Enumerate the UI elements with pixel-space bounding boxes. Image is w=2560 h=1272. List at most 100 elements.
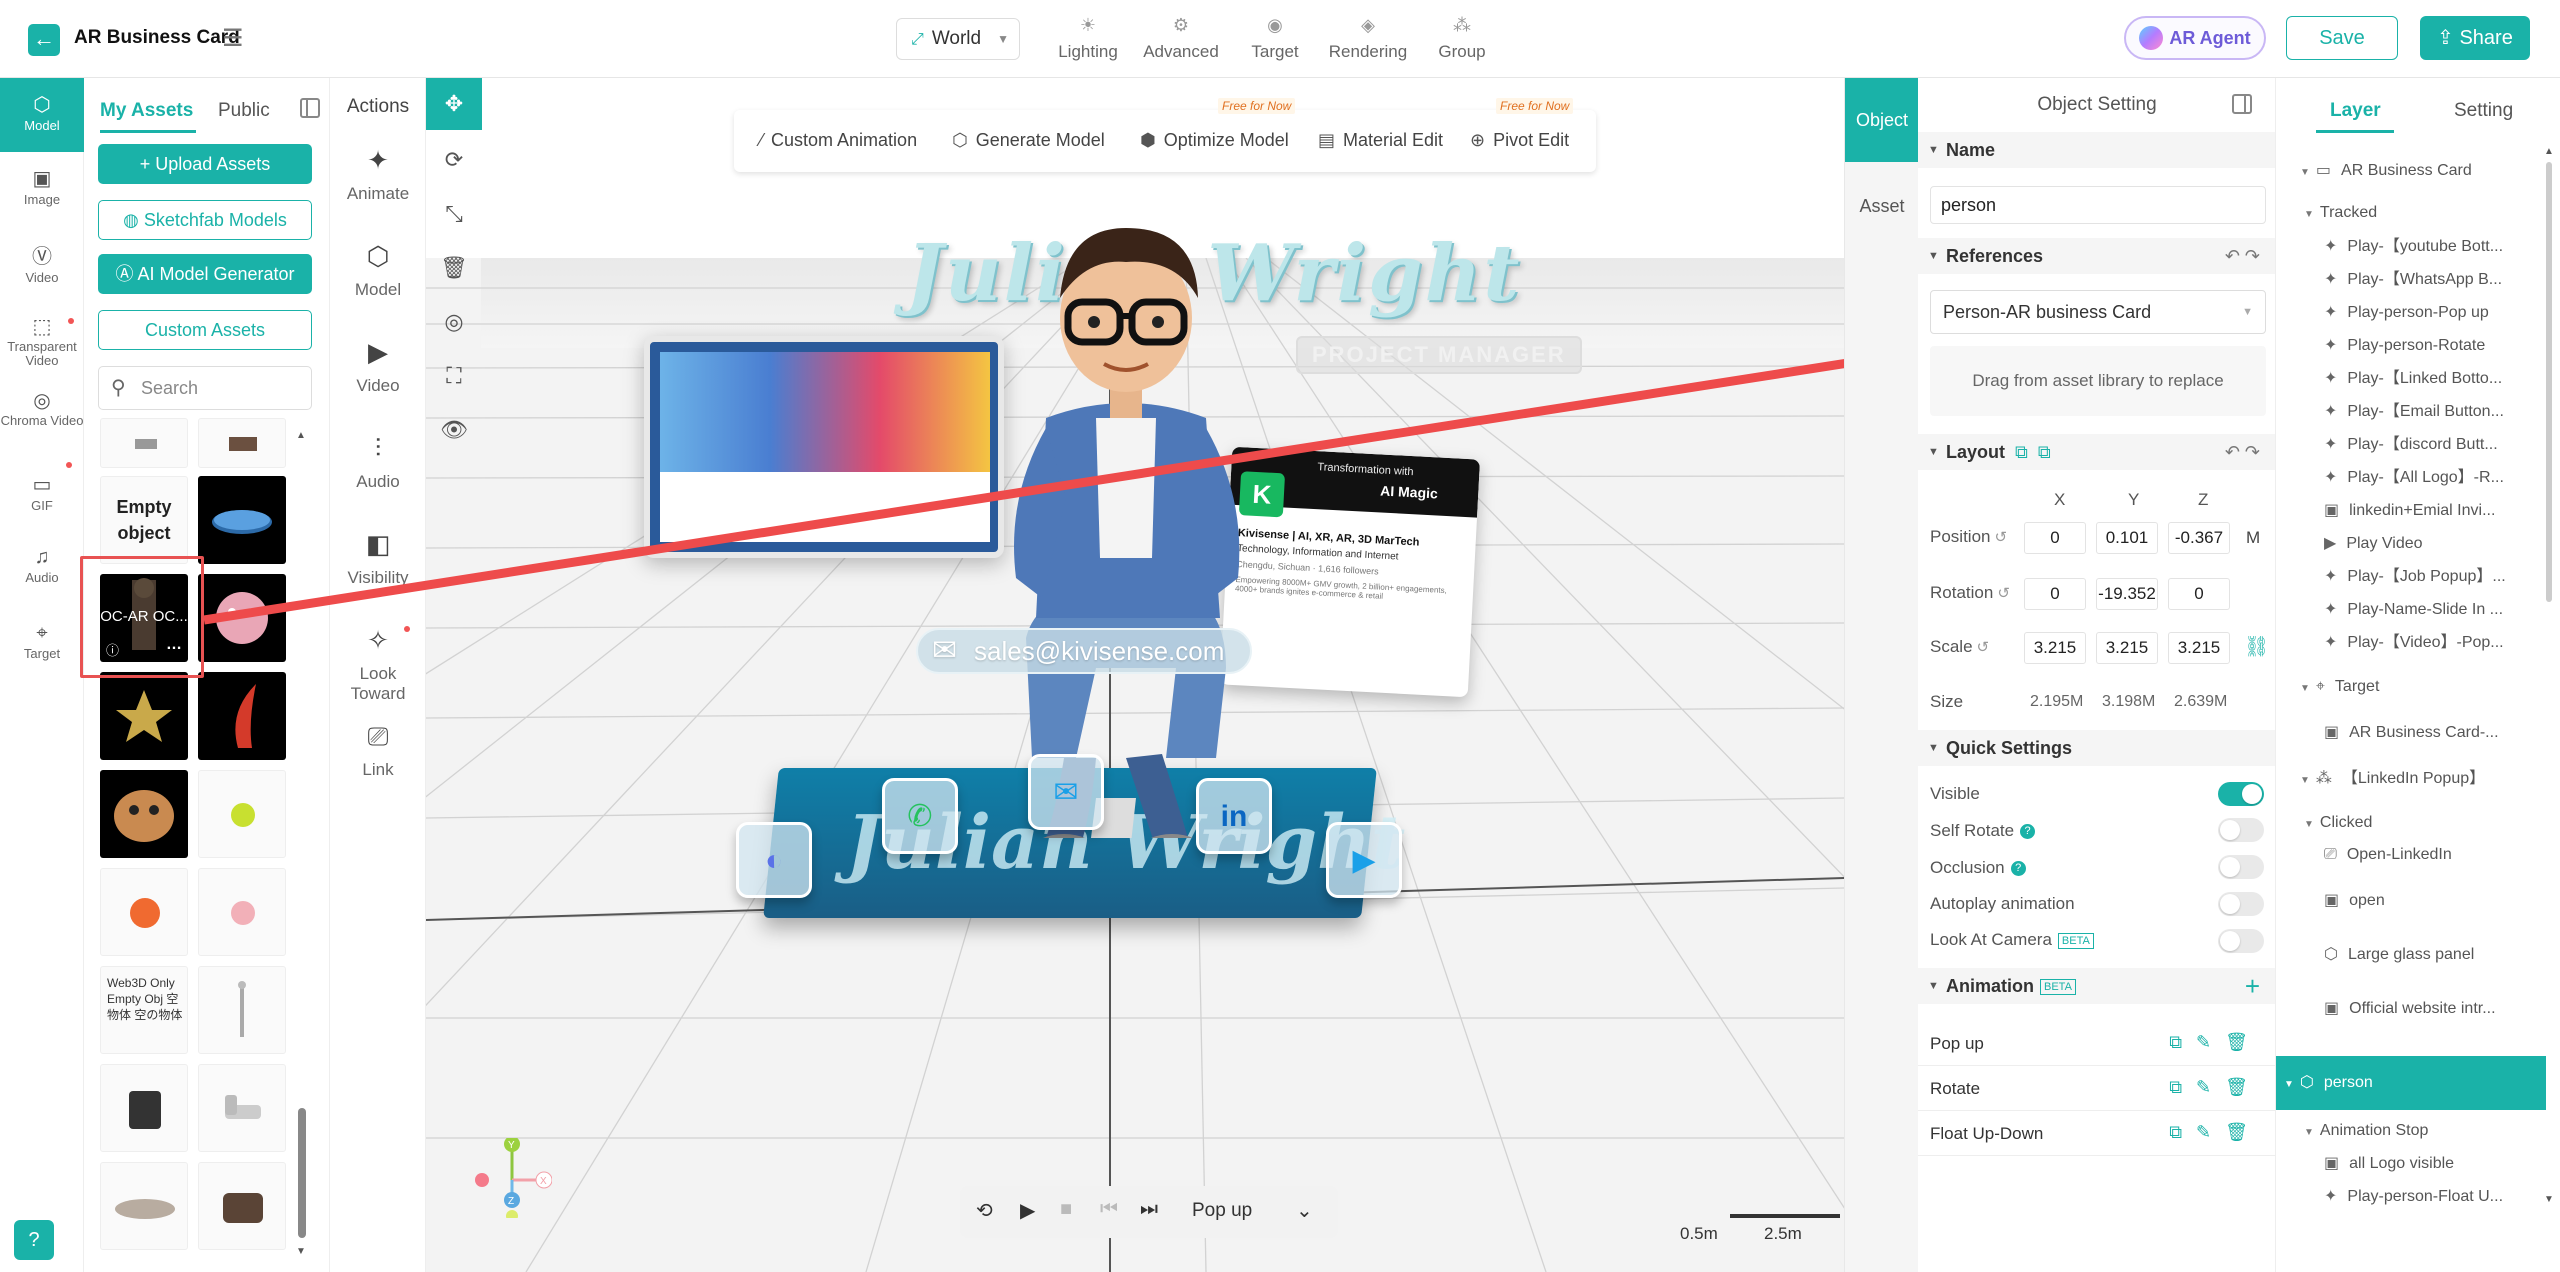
- layer-row[interactable]: ⎚ Open-LinkedIn: [2276, 840, 2546, 870]
- layer-row-animation-stop[interactable]: ▼ Animation Stop: [2276, 1116, 2546, 1146]
- help-icon[interactable]: ?: [2010, 861, 2026, 877]
- section-quick-settings[interactable]: ▼ Quick Settings: [1918, 730, 2275, 766]
- position-z-input[interactable]: -0.367: [2168, 522, 2230, 554]
- position-x-input[interactable]: 0: [2024, 522, 2086, 554]
- help-icon[interactable]: ?: [2020, 824, 2036, 840]
- scroll-up-icon[interactable]: ▲: [2544, 146, 2554, 157]
- reference-select[interactable]: Person-AR business Card ▼: [1930, 290, 2266, 334]
- copy-icon[interactable]: ⧉: [2015, 442, 2028, 462]
- section-layout[interactable]: ▼ Layout ⧉ ⧉ ↶ ↷: [1918, 434, 2275, 470]
- play-square-icon: ▶: [2324, 535, 2337, 552]
- layer-row[interactable]: ✦ Play-person-Float U...: [2276, 1182, 2546, 1212]
- scale-z-input[interactable]: 3.215: [2168, 632, 2230, 664]
- layer-row[interactable]: ✦ Play-【WhatsApp B...: [2276, 265, 2546, 295]
- self-rotate-toggle[interactable]: [2218, 818, 2264, 842]
- layer-row-person-selected[interactable]: ▼ ⬡ person: [2276, 1056, 2546, 1110]
- rotate-tool-icon[interactable]: ⟳: [426, 134, 482, 186]
- reset-icon[interactable]: ↺: [1997, 585, 2010, 602]
- layer-row[interactable]: ▣ AR Business Card-...: [2276, 718, 2546, 748]
- link-scale-icon[interactable]: ⛓: [2244, 634, 2269, 659]
- app-root: ← AR Business Card ☰ ⤢ World ▼ ☀ Lighting …: [0, 0, 2560, 1272]
- layer-label: all Logo visible: [2349, 1155, 2455, 1172]
- rotation-z-input[interactable]: 0: [2168, 578, 2230, 610]
- scale-x-input[interactable]: 3.215: [2024, 632, 2086, 664]
- scroll-down-icon[interactable]: ▼: [2544, 1194, 2554, 1205]
- tab-object[interactable]: Object: [1845, 78, 1919, 162]
- layer-row[interactable]: ✦ Play-【discord Butt...: [2276, 430, 2546, 460]
- layer-row[interactable]: ✦ Play-【youtube Bott...: [2276, 232, 2546, 262]
- panel-collapse-icon[interactable]: [2232, 94, 2252, 114]
- tab-layer[interactable]: Layer: [2330, 100, 2381, 122]
- section-references[interactable]: ▼ References ↶ ↷: [1918, 238, 2275, 274]
- focus-icon[interactable]: ◎: [426, 296, 482, 348]
- sparkle-icon: ✦: [2324, 436, 2338, 453]
- sparkle-icon: ✦: [2324, 469, 2338, 486]
- link-screen-icon: ⎚: [2324, 846, 2337, 863]
- autoplay-label: Autoplay animation: [1930, 894, 2075, 913]
- occlusion-toggle[interactable]: [2218, 855, 2264, 879]
- layer-label: AR Business Card: [2341, 162, 2472, 179]
- layer-row-clicked[interactable]: ▼ Clicked: [2276, 808, 2546, 838]
- layer-row[interactable]: ▣ open: [2276, 886, 2546, 916]
- trash-icon[interactable]: 🗑: [426, 242, 482, 294]
- paste-icon[interactable]: ⧉: [2038, 442, 2051, 462]
- layer-row-target[interactable]: ▼ ⌖ Target: [2276, 672, 2546, 702]
- scale-y-input[interactable]: 3.215: [2096, 632, 2158, 664]
- tab-asset[interactable]: Asset: [1845, 164, 1919, 248]
- layer-row[interactable]: ✦ Play-【All Logo】-R...: [2276, 463, 2546, 493]
- layer-row[interactable]: ✦ Play-【Video】-Pop...: [2276, 628, 2546, 658]
- layer-row[interactable]: ✦ Play-person-Pop up: [2276, 298, 2546, 328]
- tab-setting[interactable]: Setting: [2454, 100, 2513, 122]
- layer-row[interactable]: ▣ linkedin+Emial Invi...: [2276, 496, 2546, 526]
- copy-edit-delete-icons[interactable]: ⧉✎🗑: [2169, 1122, 2262, 1143]
- animation-row[interactable]: Pop up ⧉✎🗑: [1918, 1022, 2275, 1066]
- section-name[interactable]: ▼ Name: [1918, 132, 2275, 168]
- layer-row[interactable]: ✦ Play-【Linked Botto...: [2276, 364, 2546, 394]
- caret-down-icon: ▼: [1928, 250, 1939, 262]
- layer-row[interactable]: ▶ Play Video: [2276, 529, 2546, 559]
- layer-label: Open-LinkedIn: [2346, 846, 2452, 863]
- object-name-input[interactable]: person: [1930, 186, 2266, 224]
- animation-row[interactable]: Float Up-Down ⧉✎🗑: [1918, 1112, 2275, 1156]
- layer-row[interactable]: ⬡ Large glass panel: [2276, 940, 2546, 970]
- beta-badge: BETA: [2057, 932, 2094, 949]
- layer-row-root[interactable]: ▼ ▭ AR Business Card: [2276, 156, 2546, 186]
- sparkle-icon: ✦: [2324, 601, 2338, 618]
- layer-row[interactable]: ✦ Play-Name-Slide In ...: [2276, 595, 2546, 625]
- reset-icon[interactable]: ↺: [1977, 639, 1990, 656]
- sparkle-icon: ✦: [2324, 634, 2338, 651]
- copy-edit-delete-icons[interactable]: ⧉✎🗑: [2169, 1077, 2262, 1098]
- layer-row-tracked[interactable]: ▼ Tracked: [2276, 198, 2546, 228]
- layer-row-linkedin-popup[interactable]: ▼ ⁂ 【LinkedIn Popup】: [2276, 764, 2546, 794]
- layer-label: Tracked: [2319, 204, 2378, 221]
- section-animation[interactable]: ▼ Animation BETA +: [1918, 968, 2275, 1004]
- layer-label: person: [2323, 1074, 2373, 1091]
- layer-row[interactable]: ▣ all Logo visible: [2276, 1149, 2546, 1179]
- position-y-input[interactable]: 0.101: [2096, 522, 2158, 554]
- layer-label: Official website intr...: [2349, 1000, 2496, 1017]
- target-scan-icon: ⌖: [2315, 678, 2325, 695]
- layer-row[interactable]: ✦ Play-【Email Button...: [2276, 397, 2546, 427]
- replace-dropzone[interactable]: Drag from asset library to replace: [1930, 346, 2266, 416]
- copy-edit-delete-icons[interactable]: ⧉✎🗑: [2169, 1032, 2262, 1053]
- autoplay-toggle[interactable]: [2218, 892, 2264, 916]
- rotation-x-input[interactable]: 0: [2024, 578, 2086, 610]
- look-at-camera-toggle[interactable]: [2218, 929, 2264, 953]
- scale-tool-icon[interactable]: ⤡: [426, 188, 482, 240]
- undo-redo-icons[interactable]: ↶ ↷: [2225, 434, 2260, 470]
- layer-label: Play-Name-Slide In ...: [2347, 601, 2504, 618]
- reset-icon[interactable]: ↺: [1994, 529, 2007, 546]
- rotation-y-input[interactable]: -19.352: [2096, 578, 2158, 610]
- add-animation-icon[interactable]: +: [2245, 968, 2260, 1004]
- layer-row[interactable]: ✦ Play-person-Rotate: [2276, 331, 2546, 361]
- layer-scrollbar[interactable]: [2546, 162, 2552, 602]
- visible-toggle[interactable]: [2218, 782, 2264, 806]
- layer-label: Play-【Email Button...: [2347, 403, 2504, 420]
- move-tool-icon[interactable]: ✥: [426, 78, 482, 130]
- eye-icon[interactable]: 👁: [426, 404, 482, 456]
- layer-row[interactable]: ▣ Official website intr...: [2276, 994, 2546, 1024]
- undo-redo-icons[interactable]: ↶ ↷: [2225, 238, 2260, 274]
- fit-view-icon[interactable]: ⛶: [426, 350, 482, 402]
- layer-row[interactable]: ✦ Play-【Job Popup】...: [2276, 562, 2546, 592]
- animation-row[interactable]: Rotate ⧉✎🗑: [1918, 1067, 2275, 1111]
